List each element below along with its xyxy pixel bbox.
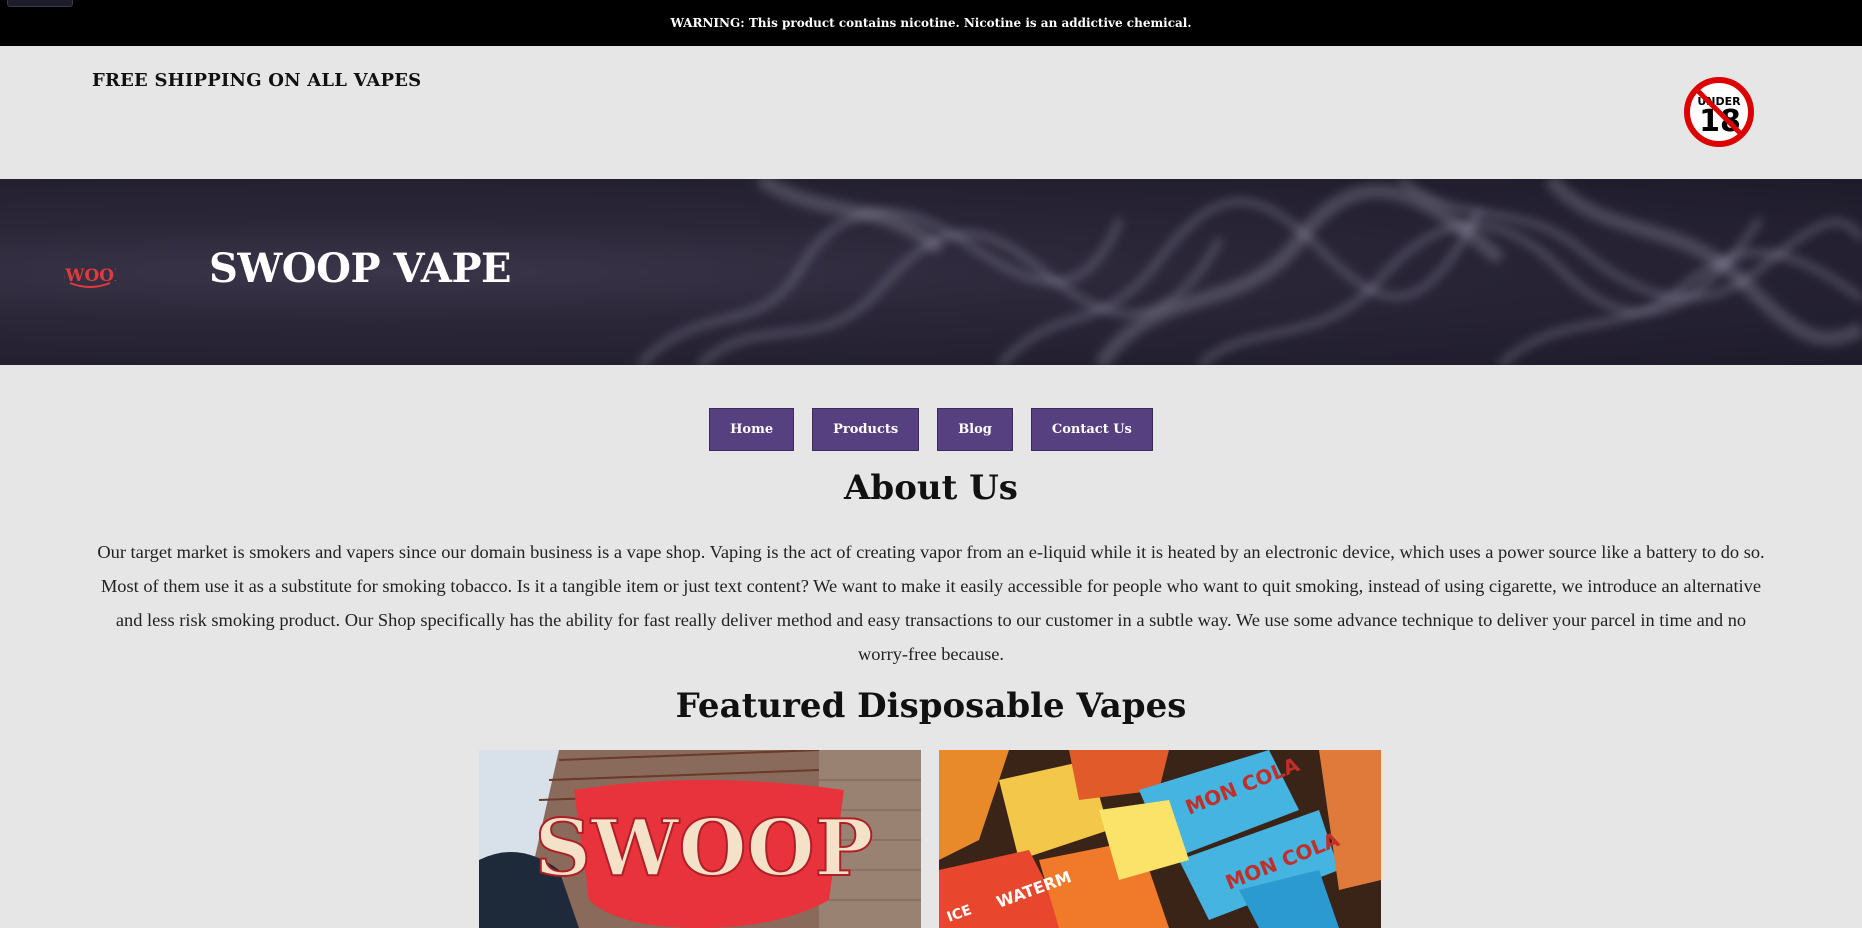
nicotine-warning-bar: WARNING: This product contains nicotine.… bbox=[0, 0, 1862, 46]
about-paragraph: Our target market is smokers and vapers … bbox=[97, 542, 1765, 664]
free-shipping-text: FREE SHIPPING ON ALL VAPES bbox=[92, 70, 422, 91]
site-title: SWOOP VAPE bbox=[209, 245, 512, 292]
nav-contact-button[interactable]: Contact Us bbox=[1030, 408, 1153, 451]
featured-product-image-flavors[interactable]: MON COLA MON COLA WATERM ICE bbox=[939, 750, 1381, 928]
swoop-logo[interactable]: SWOOP bbox=[64, 257, 116, 293]
nav-blog-button[interactable]: Blog bbox=[937, 408, 1013, 451]
swoop-storefront-image: SWOOP bbox=[479, 750, 921, 928]
nav-home-button[interactable]: Home bbox=[709, 408, 795, 451]
hero-banner: SWOOP SWOOP VAPE bbox=[0, 179, 1862, 365]
age-badge-number: 18 bbox=[1699, 104, 1741, 139]
nav-products-button[interactable]: Products bbox=[812, 408, 920, 451]
featured-product-image-swoop-sign[interactable]: SWOOP bbox=[479, 750, 921, 928]
corner-tab[interactable] bbox=[7, 0, 73, 7]
top-bar: FREE SHIPPING ON ALL VAPES UNDER 18 bbox=[0, 46, 1862, 179]
under-18-icon: UNDER 18 bbox=[1684, 77, 1754, 147]
vape-boxes-image: MON COLA MON COLA WATERM ICE bbox=[939, 750, 1381, 928]
about-heading: About Us bbox=[844, 468, 1018, 508]
sign-text: SWOOP bbox=[535, 803, 873, 894]
warning-text: WARNING: This product contains nicotine.… bbox=[670, 16, 1192, 30]
main-nav: Home Products Blog Contact Us bbox=[0, 408, 1862, 451]
featured-heading: Featured Disposable Vapes bbox=[675, 686, 1187, 726]
